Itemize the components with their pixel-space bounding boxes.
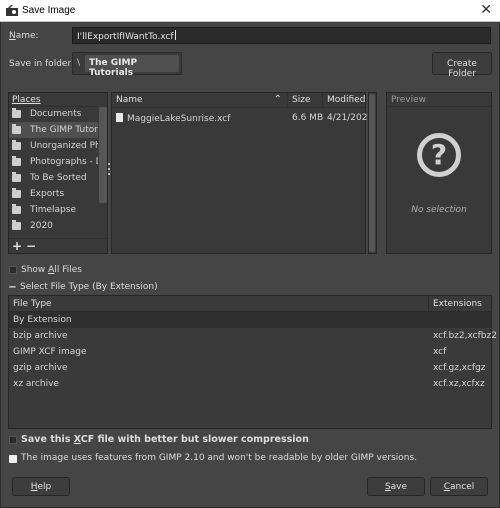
path-root-separator[interactable]: \ [77,58,80,68]
file-type-row[interactable]: xz archive xcf.xz,xcfxz [9,376,491,392]
gimp-app-icon [6,5,18,16]
places-header: Places [9,93,98,107]
save-button[interactable]: Save [367,477,425,496]
preview-panel: Preview ? No selection [386,92,492,254]
folder-icon [12,156,21,166]
show-all-files-label[interactable]: Show All Files [21,265,82,275]
question-mark-icon: ? [417,133,461,177]
folder-icon [12,188,21,198]
folder-icon [12,108,21,118]
text-caret [174,30,176,40]
place-gimp-tutorials[interactable]: The GIMP Tutori... [9,122,98,138]
file-type-row[interactable]: bzip archive xcf.bz2,xcfbz2 [9,328,497,344]
places-toolbar: + − [9,238,107,253]
filename-input[interactable]: I'llExportIfIWantTo.xcf [72,27,491,44]
window-title: Save Image [22,5,76,16]
places-list: Documents The GIMP Tutori... Unorganized… [9,106,98,238]
file-type-row[interactable]: gzip archive xcf.gz,xcfgz [9,360,491,376]
files-scrollbar[interactable] [369,94,375,252]
show-all-files-checkbox[interactable] [9,266,17,274]
folder-path-bar: \ The GIMP Tutorials [72,52,182,78]
folder-icon [12,220,21,230]
place-timelapse[interactable]: Timelapse [9,202,98,218]
title-bar: Save Image ✕ [0,0,500,22]
select-file-type-label[interactable]: Select File Type (By Extension) [20,282,158,292]
compression-label[interactable]: Save this XCF file with better but slowe… [21,434,309,445]
warning-icon [9,455,17,463]
place-documents[interactable]: Documents [9,106,98,122]
collapse-icon[interactable]: − [8,283,17,293]
column-extensions[interactable]: Extensions [429,296,491,311]
path-crumb-current[interactable]: The GIMP Tutorials [85,55,179,78]
file-row[interactable]: MaggieLakeSunrise.xcf 6.6 MB 4/21/2021 [112,110,373,126]
name-label: Name: [9,31,39,41]
file-type-row[interactable]: GIMP XCF image xcf [9,344,491,360]
no-selection-text: No selection [411,205,467,215]
compatibility-warning: The image uses features from GIMP 2.10 a… [21,453,418,463]
column-name[interactable]: Name ⌃ [112,93,288,107]
column-size[interactable]: Size [288,93,323,107]
create-folder-button[interactable]: Create Folder [432,52,492,79]
file-type-header: File Type Extensions [9,296,491,312]
column-modified[interactable]: Modified [323,93,365,107]
place-2020[interactable]: 2020 [9,218,98,234]
folder-icon [12,204,21,214]
folder-icon [12,172,21,182]
preview-header: Preview [387,93,491,107]
place-to-be-sorted[interactable]: To Be Sorted [9,170,98,186]
column-file-type[interactable]: File Type [9,296,429,311]
file-type-row[interactable]: By Extension [9,312,491,328]
folder-icon [12,124,21,134]
save-in-folder-label: Save in folder: [9,59,75,69]
place-exports[interactable]: Exports [9,186,98,202]
compression-checkbox[interactable] [9,436,17,444]
close-icon[interactable]: ✕ [480,2,492,18]
files-header: Name ⌃ Size Modified [112,93,365,108]
add-bookmark-icon[interactable]: + [12,239,22,253]
file-type-table: File Type Extensions By Extension bzip a… [8,295,497,429]
cancel-button[interactable]: Cancel [430,477,488,496]
place-unorganized-photos[interactable]: Unorganized Pho... [9,138,98,154]
places-scrollbar[interactable] [99,107,107,203]
place-photographs[interactable]: Photographs - D... [9,154,98,170]
sort-ascending-icon: ⌃ [273,94,282,105]
remove-bookmark-icon[interactable]: − [26,239,36,253]
xcf-file-icon [116,113,123,122]
folder-icon [12,140,21,150]
help-button[interactable]: Help [12,477,70,496]
